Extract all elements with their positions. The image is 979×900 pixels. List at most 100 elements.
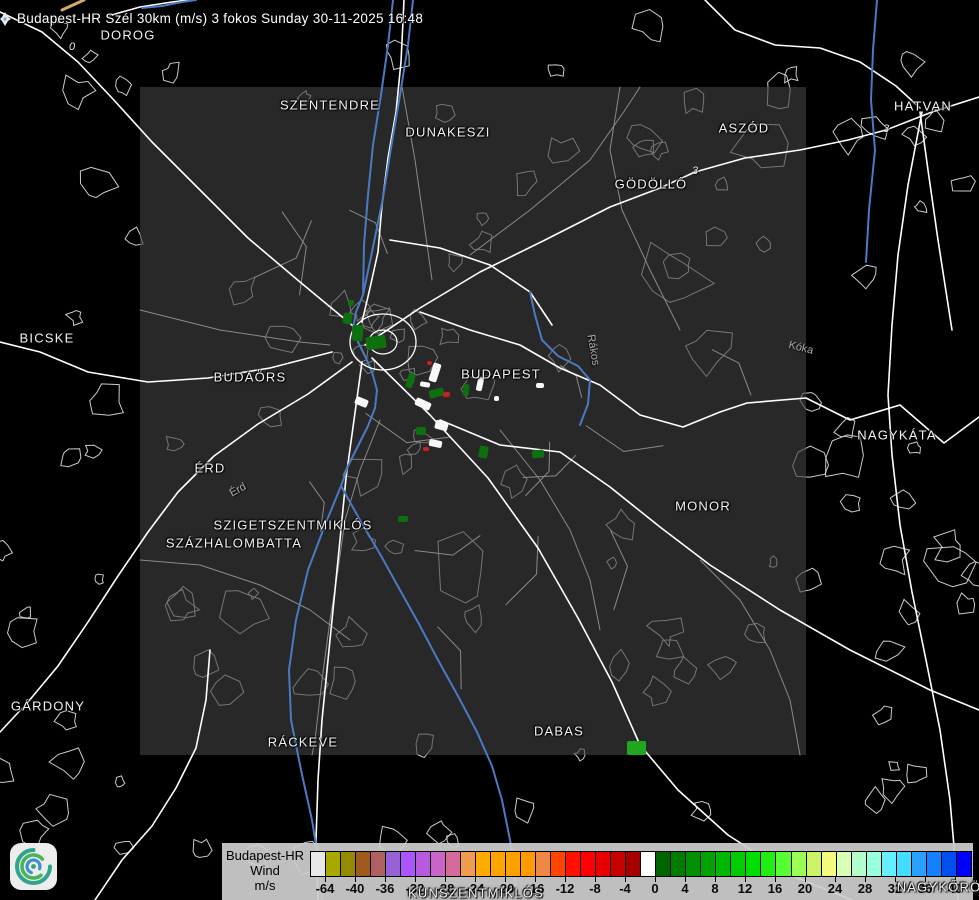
major-road-line <box>888 112 958 900</box>
color-scale-cell <box>596 852 611 876</box>
radar-echo <box>398 516 408 522</box>
color-scale-bar <box>310 851 972 877</box>
color-scale-cell <box>506 852 521 876</box>
wind-scale-legend: Budapest-HR Wind m/s -64-40-36-32-28-24-… <box>222 843 973 900</box>
legend-info: Budapest-HR Wind m/s <box>222 848 308 893</box>
radar-map-view[interactable]: Budapest-HR Wind m/s -64-40-36-32-28-24-… <box>0 0 979 900</box>
radar-echo <box>536 383 544 388</box>
minor-road-line <box>700 560 800 755</box>
minor-road-line <box>140 310 330 345</box>
city-label: HATVAN <box>894 99 952 114</box>
city-label: SZIGETSZENTMIKLÓS <box>213 518 372 533</box>
minor-road-line <box>500 430 600 630</box>
color-scale-cell <box>566 852 581 876</box>
color-scale-cell <box>867 852 882 876</box>
scale-tick-label: 16 <box>768 881 782 896</box>
legend-field-label: Wind <box>222 863 308 878</box>
color-scale-cell <box>716 852 731 876</box>
city-label: KUNSZENTMIKLÓS <box>408 886 544 900</box>
color-scale-cell <box>386 852 401 876</box>
river-line <box>142 0 196 8</box>
minor-road-line <box>712 350 751 395</box>
color-scale-cell <box>521 852 536 876</box>
color-scale-cell <box>371 852 386 876</box>
minor-road-line <box>402 87 432 280</box>
color-scale-cell <box>551 852 566 876</box>
radar-echo <box>423 447 429 451</box>
city-label: BICSKE <box>20 331 75 346</box>
minor-road-line <box>586 426 663 452</box>
color-scale-cell <box>927 852 942 876</box>
scale-tick-label: 12 <box>738 881 752 896</box>
color-scale-cell <box>401 852 416 876</box>
radar-echo <box>427 361 432 365</box>
color-scale-cell <box>446 852 461 876</box>
major-road-line <box>95 650 210 900</box>
minor-road-line <box>611 531 628 610</box>
scale-tick-label: -12 <box>556 881 575 896</box>
color-scale-cell <box>611 852 626 876</box>
radar-echo <box>494 396 499 401</box>
scale-tick-label: 28 <box>858 881 872 896</box>
color-scale-cell <box>731 852 746 876</box>
scale-tick-label: 0 <box>651 881 658 896</box>
color-scale-cell <box>686 852 701 876</box>
color-scale-cell <box>807 852 822 876</box>
color-scale-cell <box>746 852 761 876</box>
minor-road-line <box>506 537 538 605</box>
color-scale-cell <box>656 852 671 876</box>
major-road-line <box>372 358 852 900</box>
scale-tick-label: 4 <box>681 881 688 896</box>
color-scale-cell <box>912 852 927 876</box>
color-scale-cell <box>416 852 431 876</box>
color-scale-cell <box>942 852 957 876</box>
color-scale-cell <box>882 852 897 876</box>
color-scale-cell <box>341 852 356 876</box>
color-scale-cell <box>761 852 776 876</box>
color-scale-cell <box>356 852 371 876</box>
color-scale-cell <box>326 852 341 876</box>
color-scale-cell <box>897 852 912 876</box>
city-label: MONOR <box>675 499 731 514</box>
radar-echo <box>627 741 646 755</box>
minor-road-line <box>140 560 350 640</box>
major-road-line <box>316 362 362 900</box>
legend-product-label: Budapest-HR <box>222 848 308 863</box>
river-line <box>530 292 590 425</box>
road-number-label: 3 <box>883 123 889 135</box>
color-scale-cell <box>792 852 807 876</box>
radar-echo <box>348 300 354 306</box>
minor-road-line <box>610 87 680 330</box>
city-label: DABAS <box>534 724 584 739</box>
major-road-line <box>920 112 952 330</box>
color-scale-cell <box>461 852 476 876</box>
legend-unit-label: m/s <box>222 878 308 893</box>
scale-tick-label: 24 <box>828 881 842 896</box>
road-number-label: 0 <box>69 41 75 53</box>
major-road-line <box>705 0 920 108</box>
city-label: SZENTENDRE <box>280 98 380 113</box>
color-scale-cell <box>776 852 791 876</box>
road-number-label: 3 <box>692 165 698 177</box>
scale-tick-label: -4 <box>619 881 631 896</box>
color-scale-cell <box>536 852 551 876</box>
city-label: GÖDÖLLŐ <box>615 177 688 192</box>
city-label: GÁRDONY <box>11 699 85 714</box>
scale-tick-label: -36 <box>376 881 395 896</box>
color-scale-cell <box>837 852 852 876</box>
major-road-line <box>0 12 358 330</box>
scale-tick-label: 8 <box>711 881 718 896</box>
highway-segment <box>62 0 84 10</box>
major-road-line <box>440 420 979 710</box>
color-scale-cell <box>852 852 867 876</box>
river-line <box>866 0 877 262</box>
color-scale-cell <box>822 852 837 876</box>
color-scale-cell <box>476 852 491 876</box>
color-scale-cell <box>671 852 686 876</box>
radar-echo <box>532 449 545 458</box>
radar-echo <box>351 325 363 342</box>
radar-echo <box>416 427 426 435</box>
city-label: BUDAÖRS <box>214 370 287 385</box>
river-line <box>341 486 517 900</box>
color-scale-cell <box>626 852 641 876</box>
